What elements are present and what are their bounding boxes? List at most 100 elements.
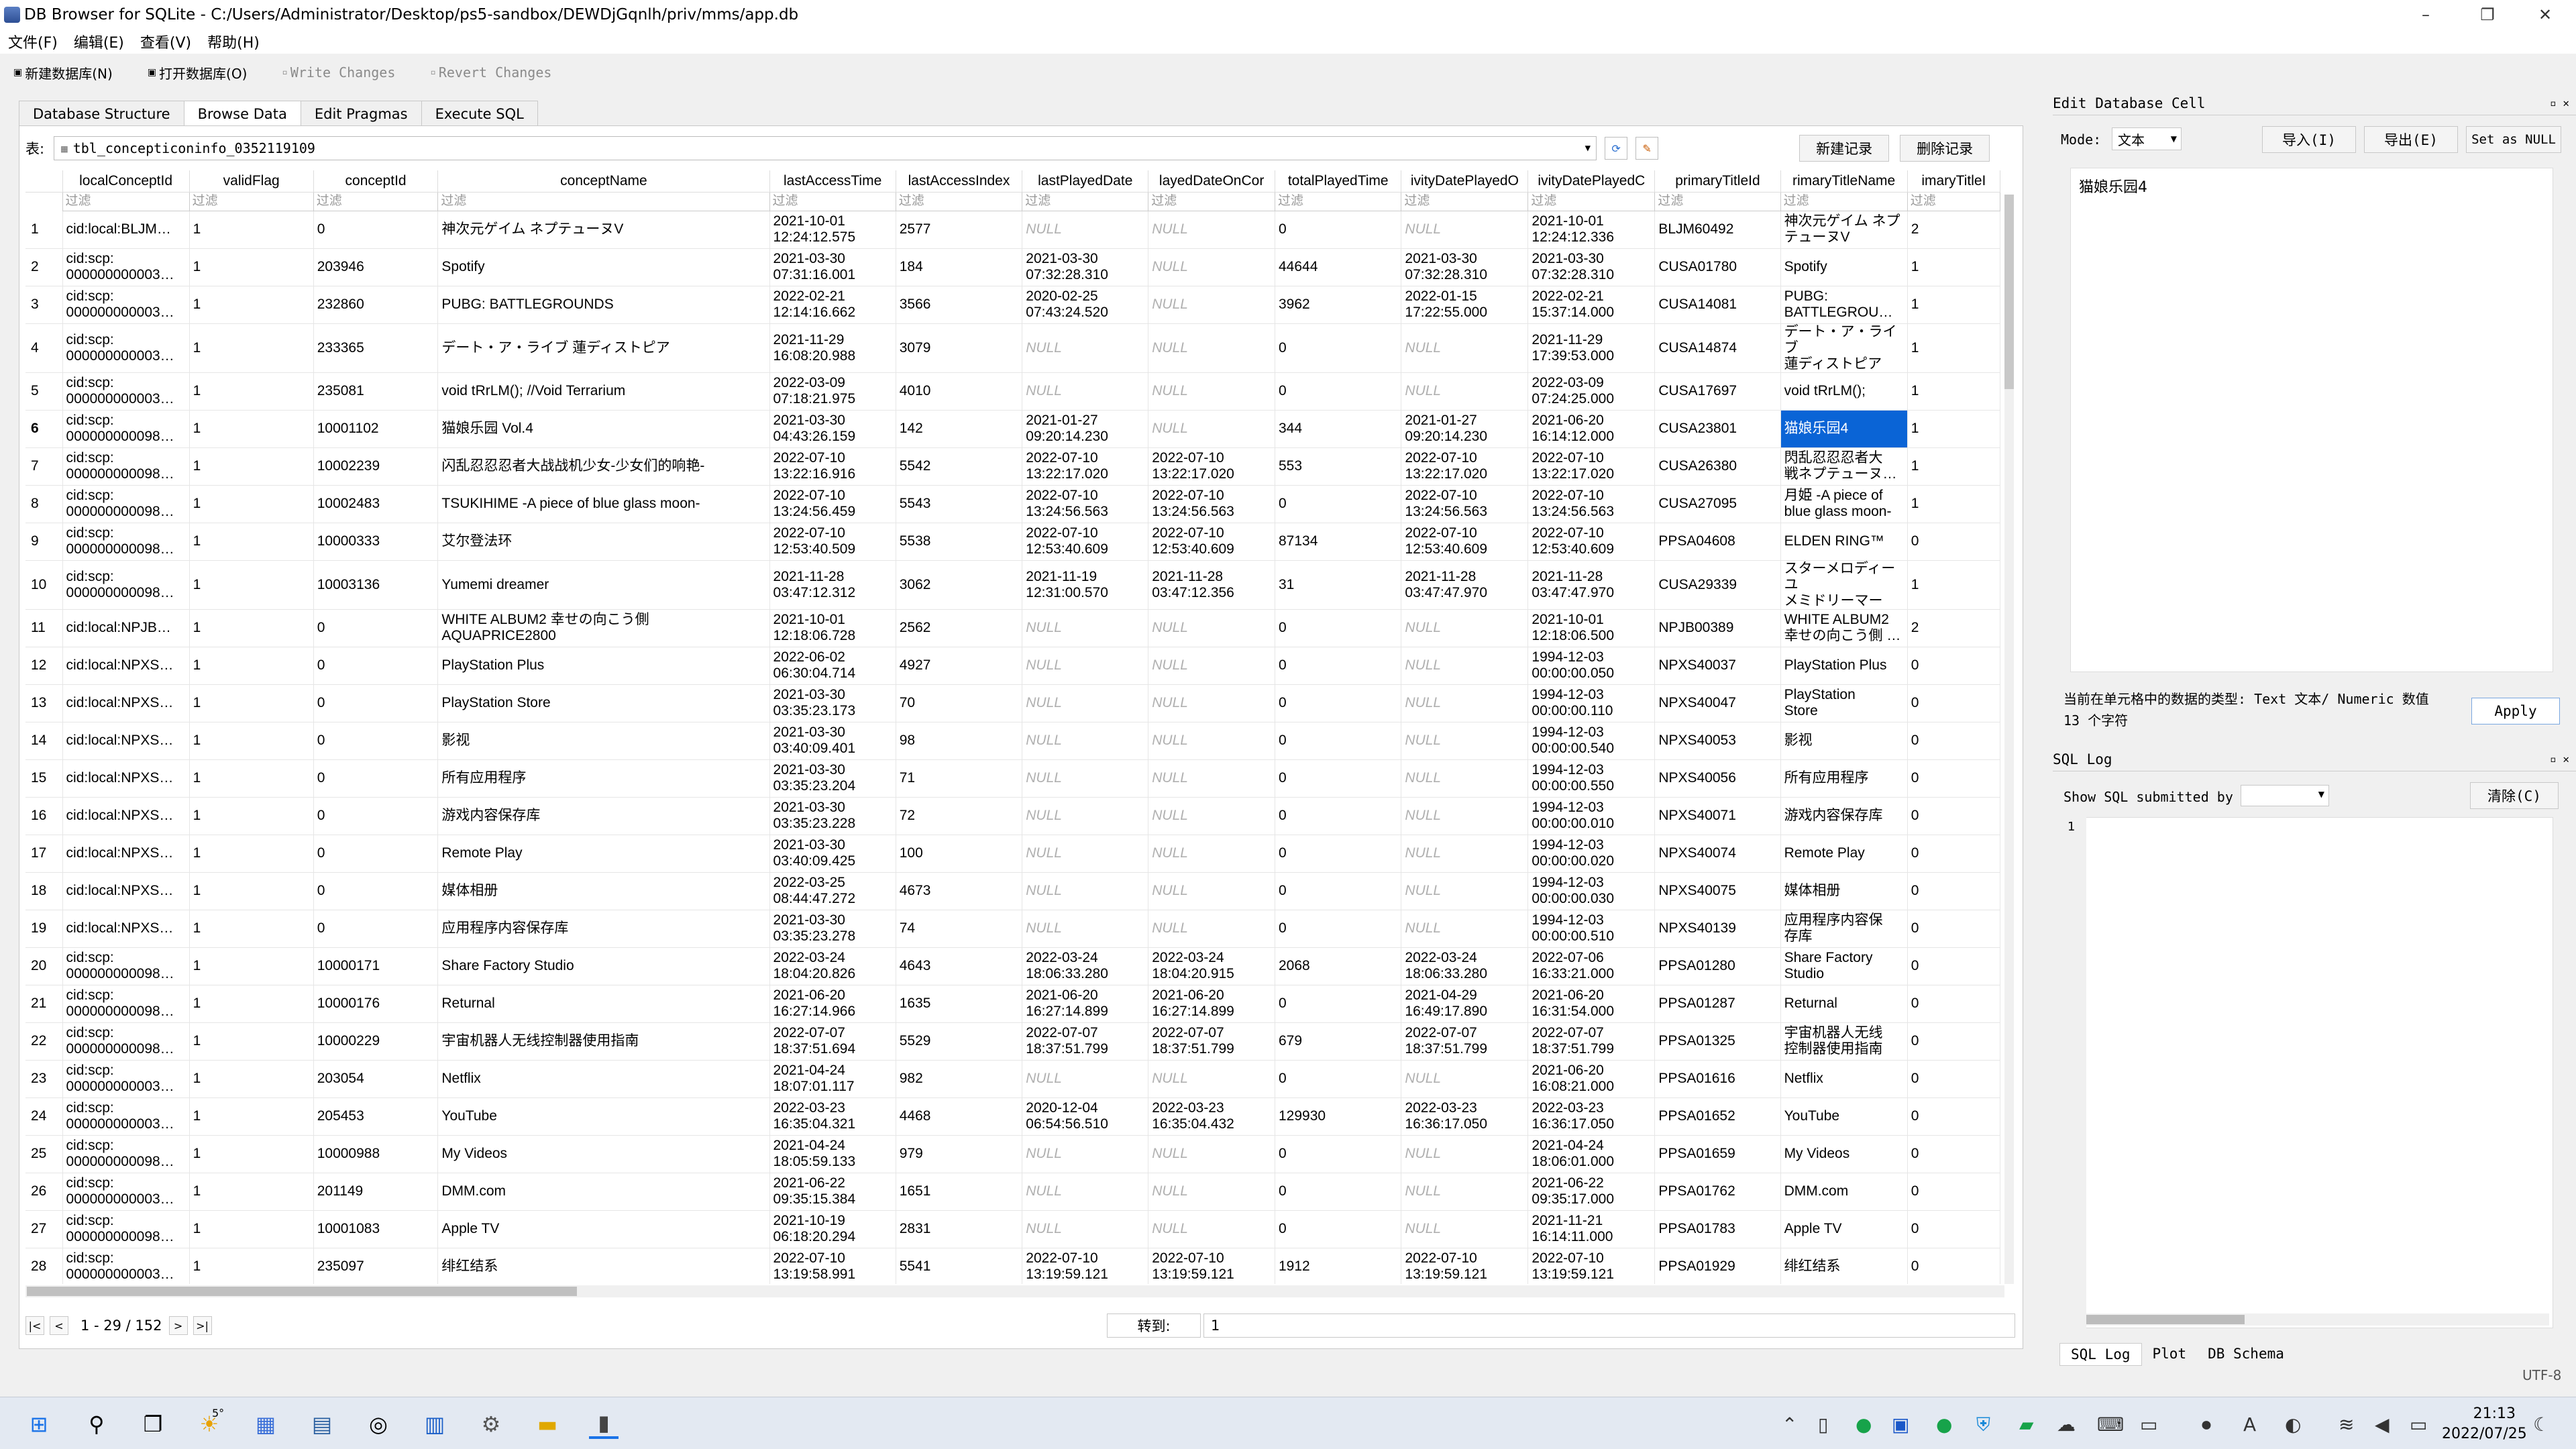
table-cell[interactable]: 979 <box>896 1135 1023 1173</box>
search-icon[interactable]: ⚲ <box>82 1409 111 1439</box>
table-cell[interactable]: 1 <box>189 609 314 647</box>
table-cell[interactable]: 0 <box>1907 1060 2000 1098</box>
table-cell[interactable]: 2021-04-24 18:06:01.000 <box>1527 1135 1656 1173</box>
column-header[interactable]: conceptId <box>313 170 439 193</box>
table-cell[interactable]: 1 <box>189 1173 314 1211</box>
refresh-icon[interactable]: ⟳ <box>1605 137 1628 160</box>
table-cell[interactable]: 2022-07-10 13:22:17.020 <box>1022 447 1149 486</box>
table-cell[interactable]: 2022-03-23 16:36:17.050 <box>1401 1097 1529 1136</box>
table-cell[interactable]: 0 <box>1907 872 2000 910</box>
table-cell[interactable]: 10003136 <box>313 560 439 610</box>
table-cell[interactable]: NULL <box>1022 372 1149 411</box>
table-cell[interactable]: 2 <box>1907 609 2000 647</box>
table-cell[interactable]: 3962 <box>1275 286 1402 324</box>
table-cell[interactable]: 1 <box>1907 286 2000 324</box>
new-database-button[interactable]: ▣ 新建数据库(N) <box>13 63 113 83</box>
table-cell[interactable]: 4927 <box>896 647 1023 685</box>
table-cell[interactable]: 0 <box>1275 609 1402 647</box>
table-cell[interactable]: 2021-03-30 07:32:28.310 <box>1022 248 1149 286</box>
table-cell[interactable]: cid:scp: 000000000003… <box>62 1173 190 1211</box>
row-number[interactable]: 1 <box>25 211 63 249</box>
table-cell[interactable]: 0 <box>1907 722 2000 760</box>
table-cell[interactable]: 0 <box>1275 211 1402 249</box>
table-cell[interactable]: 4673 <box>896 872 1023 910</box>
table-cell[interactable]: Remote Play <box>1780 835 1908 873</box>
table-cell[interactable]: 0 <box>1275 1135 1402 1173</box>
table-cell[interactable]: 1 <box>189 286 314 324</box>
shield-icon[interactable]: ⛨ <box>1976 1413 1990 1436</box>
table-cell[interactable]: cid:local:NPXS… <box>62 872 190 910</box>
column-filter-input[interactable]: 过滤 <box>1274 191 1402 211</box>
table-cell[interactable]: CUSA17697 <box>1654 372 1781 411</box>
table-cell[interactable]: 游戏内容保存库 <box>1780 797 1908 835</box>
prev-page-icon[interactable]: < <box>50 1316 68 1335</box>
table-cell[interactable]: cid:scp: 000000000003… <box>62 323 190 373</box>
table-cell[interactable]: 所有应用程序 <box>437 759 770 798</box>
row-number[interactable]: 15 <box>25 759 63 798</box>
table-cell[interactable]: 4643 <box>896 947 1023 985</box>
table-cell[interactable]: NULL <box>1401 1210 1529 1248</box>
table-cell[interactable]: NULL <box>1022 684 1149 722</box>
table-cell[interactable]: Remote Play <box>437 835 770 873</box>
table-cell[interactable]: 2022-03-24 18:06:33.280 <box>1401 947 1529 985</box>
column-header[interactable]: localConceptId <box>62 170 190 193</box>
table-cell[interactable]: NULL <box>1148 211 1275 249</box>
table-cell[interactable]: 0 <box>1907 797 2000 835</box>
export-button[interactable]: 导出(E) <box>2364 126 2458 153</box>
table-cell[interactable]: PPSA01783 <box>1654 1210 1781 1248</box>
table-cell[interactable]: NPXS40056 <box>1654 759 1781 798</box>
column-filter-input[interactable]: 过滤 <box>1401 191 1529 211</box>
table-cell[interactable]: 1 <box>189 1097 314 1136</box>
table-cell[interactable]: 0 <box>1275 797 1402 835</box>
table-row[interactable]: 13 cid:local:NPXS… 1 0 PlayStation Store 2021… <box>25 684 2000 722</box>
table-cell[interactable]: Share Factory Studio <box>1780 947 1908 985</box>
table-cell[interactable]: BLJM60492 <box>1654 211 1781 249</box>
table-cell[interactable]: 2022-03-23 16:35:04.321 <box>769 1097 896 1136</box>
table-cell[interactable]: 5529 <box>896 1022 1023 1061</box>
taskbar-clock[interactable]: 21:13 2022/07/25 <box>2442 1404 2527 1444</box>
table-cell[interactable]: 1 <box>189 797 314 835</box>
table-cell[interactable]: cid:scp: 000000000098… <box>62 1135 190 1173</box>
table-cell[interactable]: TSUKIHIME -A piece of blue glass moon- <box>437 485 770 523</box>
table-cell[interactable]: 1 <box>189 248 314 286</box>
table-cell[interactable]: cid:scp: 000000000003… <box>62 286 190 324</box>
dock-float-icon[interactable]: ▫ ✕ <box>2550 97 2569 109</box>
table-cell[interactable]: 100 <box>896 835 1023 873</box>
table-cell[interactable]: 184 <box>896 248 1023 286</box>
table-cell[interactable]: 2021-10-01 12:18:06.500 <box>1527 609 1656 647</box>
column-filter-input[interactable]: 过滤 <box>1527 191 1656 211</box>
table-cell[interactable]: NULL <box>1022 1210 1149 1248</box>
table-cell[interactable]: 2022-03-24 18:04:20.915 <box>1148 947 1275 985</box>
table-cell[interactable]: 1 <box>189 910 314 948</box>
table-cell[interactable]: cid:local:BLJM… <box>62 211 190 249</box>
table-cell[interactable]: 1994-12-03 00:00:00.020 <box>1527 835 1656 873</box>
table-cell[interactable]: 129930 <box>1275 1097 1402 1136</box>
table-cell[interactable]: 2021-03-30 03:40:09.425 <box>769 835 896 873</box>
clear-log-button[interactable]: 清除(C) <box>2470 782 2559 809</box>
table-cell[interactable]: 553 <box>1275 447 1402 486</box>
table-cell[interactable]: 1 <box>189 447 314 486</box>
table-cell[interactable]: 2022-07-10 13:19:58.991 <box>769 1248 896 1284</box>
table-cell[interactable]: YouTube <box>437 1097 770 1136</box>
tab-edit-pragmas[interactable]: Edit Pragmas <box>300 101 422 126</box>
table-cell[interactable]: PPSA01929 <box>1654 1248 1781 1284</box>
table-cell[interactable]: 203054 <box>313 1060 439 1098</box>
table-cell[interactable]: NULL <box>1401 372 1529 411</box>
table-cell[interactable]: NULL <box>1401 647 1529 685</box>
table-cell[interactable]: 2022-03-23 16:35:04.432 <box>1148 1097 1275 1136</box>
table-cell[interactable]: cid:local:NPXS… <box>62 647 190 685</box>
column-header[interactable]: totalPlayedTime <box>1275 170 1402 193</box>
table-cell[interactable]: 1994-12-03 00:00:00.540 <box>1527 722 1656 760</box>
table-cell[interactable]: 1 <box>1907 372 2000 411</box>
table-cell[interactable]: cid:scp: 000000000098… <box>62 523 190 561</box>
table-cell[interactable]: Netflix <box>1780 1060 1908 1098</box>
table-cell[interactable]: 0 <box>313 647 439 685</box>
table-cell[interactable]: 1 <box>189 1022 314 1061</box>
row-number[interactable]: 3 <box>25 286 63 324</box>
table-cell[interactable]: 2022-02-21 12:14:16.662 <box>769 286 896 324</box>
row-number[interactable]: 23 <box>25 1060 63 1098</box>
table-cell[interactable]: 0 <box>313 759 439 798</box>
row-number[interactable]: 14 <box>25 722 63 760</box>
table-cell[interactable]: Share Factory Studio <box>437 947 770 985</box>
last-page-icon[interactable]: >| <box>193 1316 212 1335</box>
